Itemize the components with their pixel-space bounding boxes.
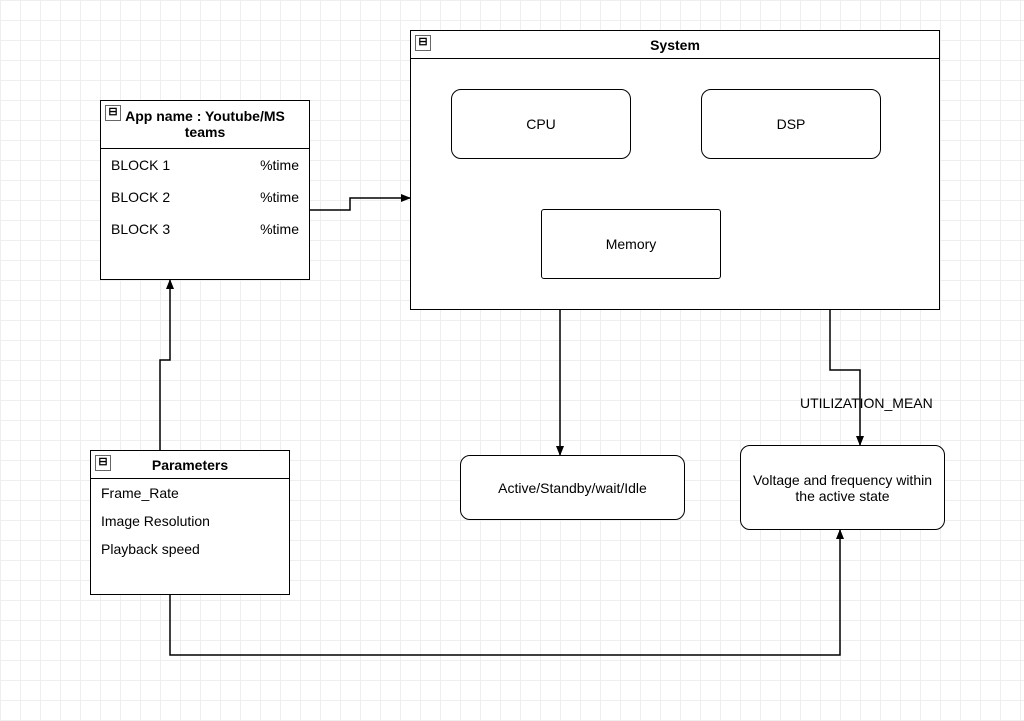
parameters-rows: Frame_Rate Image Resolution Playback spe… bbox=[91, 479, 289, 563]
collapse-icon[interactable]: ⊟ bbox=[105, 105, 121, 121]
cpu-label: CPU bbox=[526, 116, 556, 132]
app-block-title: App name : Youtube/MS teams bbox=[107, 109, 303, 140]
system-body: CPU DSP Memory bbox=[411, 59, 939, 309]
parameters-block-titlebar[interactable]: ⊟ Parameters bbox=[91, 451, 289, 479]
edge-app-to-system bbox=[310, 198, 410, 210]
app-block-titlebar[interactable]: ⊟ App name : Youtube/MS teams bbox=[101, 101, 309, 149]
row-value: %time bbox=[260, 189, 299, 205]
row-label: BLOCK 2 bbox=[111, 189, 170, 205]
dsp-block[interactable]: DSP bbox=[701, 89, 881, 159]
row-label: BLOCK 1 bbox=[111, 157, 170, 173]
system-block-titlebar[interactable]: ⊟ System bbox=[411, 31, 939, 59]
edge-system-to-voltage bbox=[830, 310, 860, 445]
voltage-block-text: Voltage and frequency within the active … bbox=[747, 472, 938, 504]
system-block-title: System bbox=[650, 37, 700, 53]
dsp-label: DSP bbox=[777, 116, 806, 132]
row-value: %time bbox=[260, 157, 299, 173]
parameters-block-title: Parameters bbox=[152, 457, 228, 473]
list-item: Frame_Rate bbox=[91, 479, 289, 507]
cpu-block[interactable]: CPU bbox=[451, 89, 631, 159]
state-block[interactable]: Active/Standby/wait/Idle bbox=[460, 455, 685, 520]
collapse-icon[interactable]: ⊟ bbox=[95, 455, 111, 471]
edge-label-utilization: UTILIZATION_MEAN bbox=[800, 395, 933, 411]
memory-label: Memory bbox=[606, 236, 657, 252]
parameters-block[interactable]: ⊟ Parameters Frame_Rate Image Resolution… bbox=[90, 450, 290, 595]
table-row: BLOCK 3 %time bbox=[101, 213, 309, 245]
collapse-icon[interactable]: ⊟ bbox=[415, 35, 431, 51]
table-row: BLOCK 2 %time bbox=[101, 181, 309, 213]
diagram-canvas: ⊟ App name : Youtube/MS teams BLOCK 1 %t… bbox=[0, 0, 1024, 721]
list-item: Image Resolution bbox=[91, 507, 289, 535]
table-row: BLOCK 1 %time bbox=[101, 149, 309, 181]
row-value: %time bbox=[260, 221, 299, 237]
row-label: BLOCK 3 bbox=[111, 221, 170, 237]
edge-parameters-to-app bbox=[160, 280, 170, 450]
voltage-block[interactable]: Voltage and frequency within the active … bbox=[740, 445, 945, 530]
app-block-rows: BLOCK 1 %time BLOCK 2 %time BLOCK 3 %tim… bbox=[101, 149, 309, 245]
memory-block[interactable]: Memory bbox=[541, 209, 721, 279]
system-block[interactable]: ⊟ System CPU DSP Memory bbox=[410, 30, 940, 310]
list-item: Playback speed bbox=[91, 535, 289, 563]
app-block[interactable]: ⊟ App name : Youtube/MS teams BLOCK 1 %t… bbox=[100, 100, 310, 280]
state-block-text: Active/Standby/wait/Idle bbox=[498, 480, 647, 496]
